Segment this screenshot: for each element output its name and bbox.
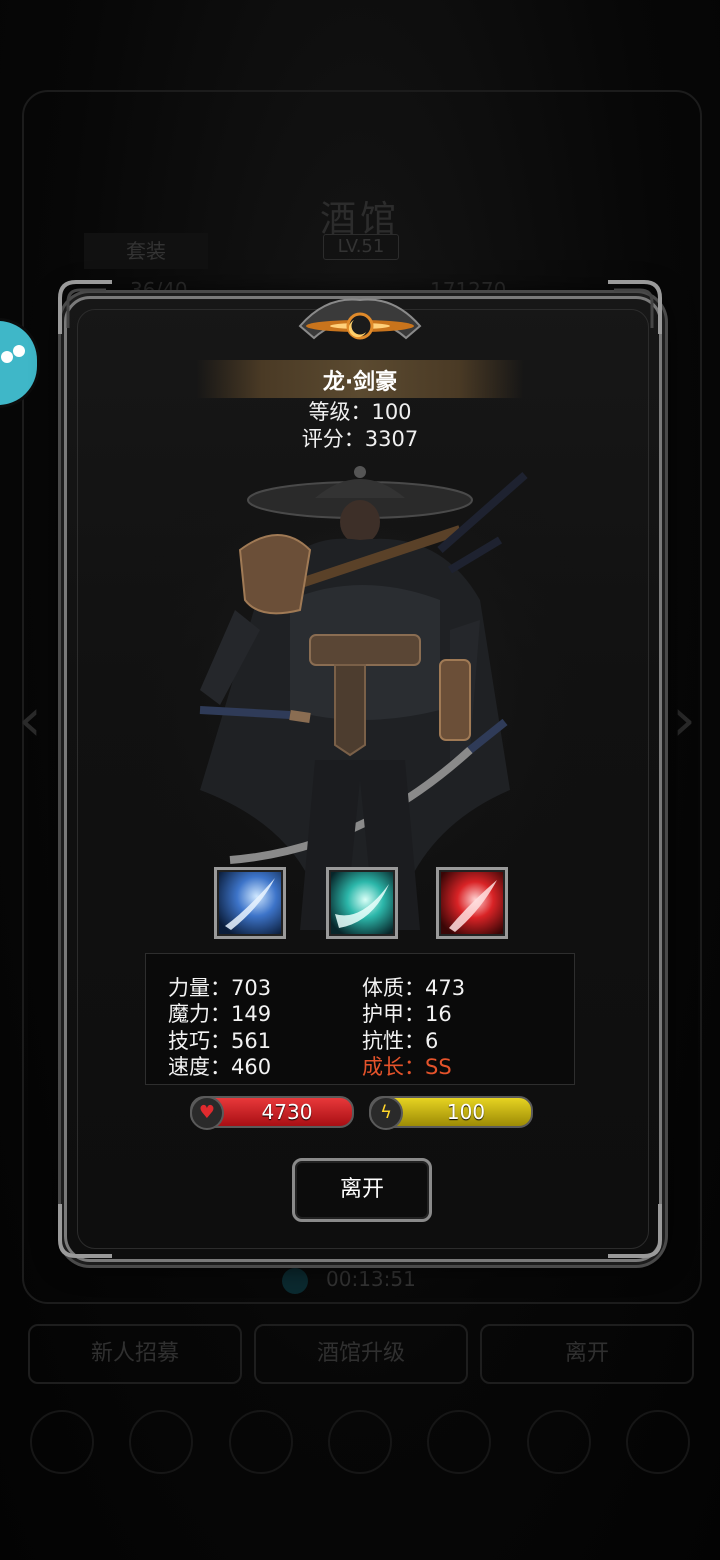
leave-button[interactable]: 离开 [292,1158,432,1222]
stat-speed: 速度：460 [168,1055,272,1079]
bottom-nav [30,1410,690,1490]
hero-name: 龙·剑豪 [322,370,398,395]
set-tab[interactable]: 套装 [84,233,208,269]
prev-hero-arrow-icon[interactable]: ‹ [10,690,50,750]
tavern-level: LV.51 [323,234,399,260]
corner-ornament-icon [608,280,662,334]
timer-icon [282,1267,308,1294]
nav-icon[interactable] [30,1410,94,1474]
hero-level: 等级：100 [308,400,412,424]
nav-icon[interactable] [129,1410,194,1474]
tavern-upgrade-button[interactable]: 酒馆升级 [254,1324,468,1384]
nav-icon[interactable] [625,1410,690,1474]
stat-growth: 成长：SS [362,1055,452,1079]
refresh-timer: 00:13:51 [282,1264,442,1294]
nav-icon[interactable] [427,1410,492,1474]
skill-bar [214,867,508,939]
timer-text: 00:13:51 [326,1267,416,1291]
lightning-icon: ϟ [369,1096,403,1130]
red-slash-skill-icon[interactable] [436,867,508,939]
stat-armor: 护甲：16 [362,1002,452,1026]
hp-value: 4730 [261,1100,313,1124]
hero-score: 评分：3307 [301,427,419,451]
stat-magic: 魔力：149 [168,1002,272,1026]
corner-ornament-icon [58,1204,112,1258]
blue-slash-skill-icon[interactable] [214,867,286,939]
background-leave-button[interactable]: 离开 [480,1324,694,1384]
nav-icon[interactable] [327,1410,392,1474]
corner-ornament-icon [608,1204,662,1258]
nav-icon[interactable] [526,1410,591,1474]
nav-icon[interactable] [228,1410,293,1474]
cyan-slash-skill-icon[interactable] [326,867,398,939]
heart-icon: ♥ [190,1096,224,1130]
crest-ornament-icon [298,298,422,340]
recruit-button[interactable]: 新人招募 [28,1324,242,1384]
energy-value: 100 [446,1100,486,1124]
next-hero-arrow-icon[interactable]: › [664,690,704,750]
hp-bar: ♥ 4730 [190,1096,354,1130]
corner-ornament-icon [58,280,112,334]
energy-bar: ϟ 100 [369,1096,533,1130]
stats-panel: 力量：703 体质：473 魔力：149 护甲：16 技巧：561 抗性：6 速… [145,953,575,1085]
